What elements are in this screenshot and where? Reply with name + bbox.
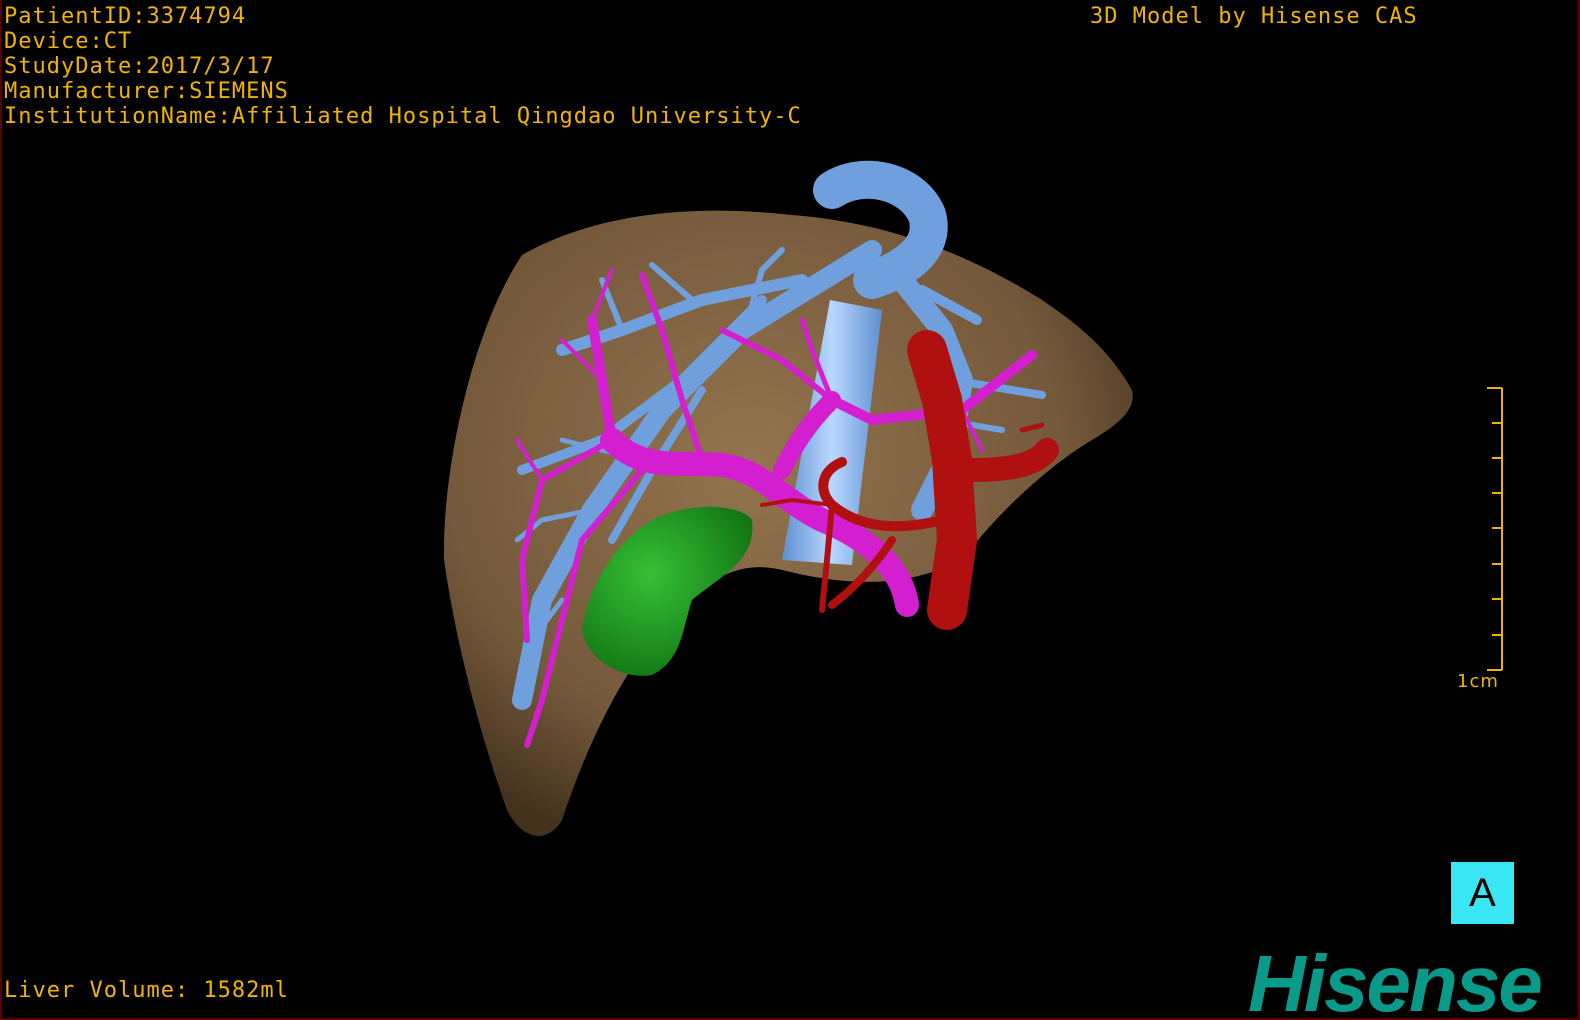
liver-volume-label: Liver Volume: 1582ml xyxy=(4,978,289,1003)
view-orientation-badge: A xyxy=(1451,862,1514,924)
3d-viewport[interactable]: PatientID:3374794 Device:CT StudyDate:20… xyxy=(0,0,1580,1020)
scale-bar xyxy=(1487,387,1503,671)
hisense-logo: Hisense xyxy=(1248,939,1543,1020)
liver-3d-model[interactable] xyxy=(2,0,1578,1018)
scale-bar-label: 1cm xyxy=(1457,671,1499,692)
